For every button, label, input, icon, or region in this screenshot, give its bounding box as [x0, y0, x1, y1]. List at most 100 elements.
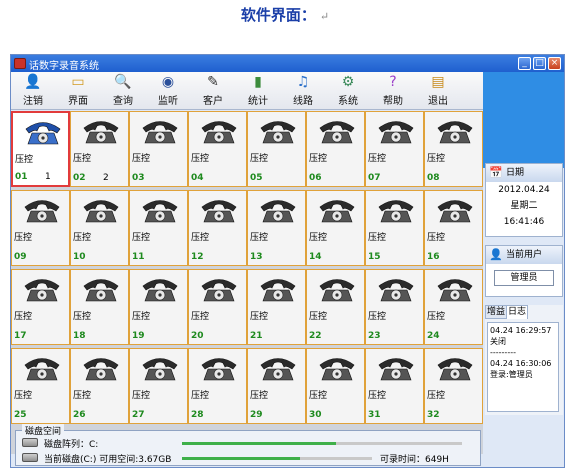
- paragraph-mark: ↵: [319, 10, 330, 23]
- telephone-icon: [81, 275, 121, 303]
- channel-number: 07: [368, 173, 381, 183]
- tab-log[interactable]: 日志: [506, 305, 528, 319]
- disk-array-row: 磁盘阵列：C:: [22, 437, 472, 450]
- channel-cell[interactable]: 压控 24: [424, 269, 483, 345]
- system-icon: ⚙: [341, 74, 355, 90]
- toolbar-button-system[interactable]: ⚙ 系统: [328, 74, 368, 108]
- channel-cell[interactable]: 压控 14: [306, 190, 365, 266]
- telephone-icon: [258, 354, 298, 382]
- telephone-icon: [317, 117, 357, 145]
- channel-cell[interactable]: 压控 09: [11, 190, 70, 266]
- channel-cell[interactable]: 压控 08: [424, 111, 483, 187]
- channel-number: 16: [427, 252, 440, 262]
- channel-number: 15: [368, 252, 381, 262]
- current-user-header: 👤 当前用户: [486, 246, 562, 264]
- channel-cell[interactable]: 压控 23: [365, 269, 424, 345]
- channel-status-label: 压控: [132, 391, 151, 401]
- channel-status-label: 压控: [250, 312, 269, 322]
- channel-number: 30: [309, 410, 322, 420]
- channel-cell[interactable]: 压控 28: [188, 348, 247, 424]
- telephone-icon: [199, 117, 239, 145]
- telephone-icon: [81, 196, 121, 224]
- channel-number: 20: [191, 331, 204, 341]
- channel-number: 22: [309, 331, 322, 341]
- channel-number: 10: [73, 252, 86, 262]
- channel-cell[interactable]: 压控 12: [188, 190, 247, 266]
- toolbar-button-label: 注销: [23, 96, 43, 107]
- channel-cell[interactable]: 压控 04: [188, 111, 247, 187]
- heading-text: 软件界面：: [240, 6, 316, 24]
- toolbar-button-line[interactable]: ♫ 线路: [283, 74, 323, 108]
- telephone-icon: [199, 354, 239, 382]
- toolbar-button-customer[interactable]: ✎ 客户: [193, 74, 233, 108]
- telephone-icon: [376, 196, 416, 224]
- channel-cell[interactable]: 压控 05: [247, 111, 306, 187]
- channel-cell[interactable]: 压控 21: [247, 269, 306, 345]
- channel-status-label: 压控: [191, 312, 210, 322]
- channel-cell[interactable]: 压控 29: [247, 348, 306, 424]
- channel-status-label: 压控: [309, 154, 328, 164]
- maximize-button[interactable]: □: [533, 57, 546, 70]
- channel-cell[interactable]: 压控 06: [306, 111, 365, 187]
- channel-cell[interactable]: 压控 27: [129, 348, 188, 424]
- toolbar-button-exit[interactable]: ▤ 退出: [418, 74, 458, 108]
- channel-cell[interactable]: 压控 31: [365, 348, 424, 424]
- channel-cell[interactable]: 压控 19: [129, 269, 188, 345]
- toolbar-button-label: 线路: [293, 96, 313, 107]
- channel-cell[interactable]: 压控 16: [424, 190, 483, 266]
- weekday-value: 星期二: [510, 201, 538, 211]
- channel-cell[interactable]: 压控 11: [129, 190, 188, 266]
- channel-cell[interactable]: 压控 32: [424, 348, 483, 424]
- minimize-button[interactable]: _: [518, 57, 531, 70]
- toolbar-button-help[interactable]: ? 帮助: [373, 74, 413, 108]
- channel-cell[interactable]: 压控 17: [11, 269, 70, 345]
- channel-number: 24: [427, 331, 440, 341]
- line-icon: ♫: [296, 74, 310, 90]
- toolbar-button-logout[interactable]: 👤 注销: [13, 74, 53, 108]
- log-entry: 04.24 16:30:06: [490, 359, 552, 368]
- channel-cell[interactable]: 压控 30: [306, 348, 365, 424]
- channel-status-label: 压控: [14, 391, 33, 401]
- channel-status-label: 压控: [368, 233, 387, 243]
- channel-cell[interactable]: 压控 03: [129, 111, 188, 187]
- telephone-icon: [258, 196, 298, 224]
- channel-status-label: 压控: [191, 391, 210, 401]
- channel-cell[interactable]: 压控 15: [365, 190, 424, 266]
- channel-cell[interactable]: 压控 13: [247, 190, 306, 266]
- channel-cell[interactable]: 压控 18: [70, 269, 129, 345]
- log-list[interactable]: 04.24 16:29:57 关闭 --------- 04.24 16:30:06 登…: [487, 322, 559, 412]
- channel-status-label: 压控: [368, 154, 387, 164]
- channel-status-label: 压控: [14, 312, 33, 322]
- channel-status-label: 压控: [309, 391, 328, 401]
- close-button[interactable]: ×: [548, 57, 561, 70]
- channel-cell[interactable]: 压控 26: [70, 348, 129, 424]
- channel-cell[interactable]: 压控 22: [306, 269, 365, 345]
- toolbar-button-listen[interactable]: ◉ 监听: [148, 74, 188, 108]
- channel-status-label: 压控: [73, 233, 92, 243]
- window-title: 话数字录音系统: [29, 61, 99, 72]
- user-icon: 👤: [489, 248, 503, 261]
- disk-current-label: 当前磁盘(C:) 可用空间:3.67GB: [44, 455, 172, 465]
- channel-cell[interactable]: 压控 25: [11, 348, 70, 424]
- date-value: 2012.04.24: [498, 185, 550, 195]
- telephone-icon: [22, 354, 62, 382]
- channel-number: 02: [73, 173, 86, 183]
- toolbar-button-search[interactable]: 🔍 查询: [103, 74, 143, 108]
- channel-number: 17: [14, 331, 27, 341]
- toolbar-button-stats[interactable]: ▮ 统计: [238, 74, 278, 108]
- toolbar-button-label: 退出: [428, 96, 448, 107]
- channel-status-label: 压控: [427, 233, 446, 243]
- channel-cell[interactable]: 压控 10: [70, 190, 129, 266]
- channel-cell[interactable]: 压控 20: [188, 269, 247, 345]
- channel-cell[interactable]: 压控 02 2: [70, 111, 129, 187]
- customer-icon: ✎: [207, 74, 219, 90]
- channel-number: 26: [73, 410, 86, 420]
- toolbar-button-layout[interactable]: ▭ 界面: [58, 74, 98, 108]
- toolbar-button-label: 监听: [158, 96, 178, 107]
- channel-cell[interactable]: 压控 01 1: [11, 111, 70, 187]
- date-panel: 📅 日期 2012.04.24 星期二 16:41:46: [485, 163, 563, 237]
- tab-gain[interactable]: 增益: [485, 305, 507, 319]
- channel-cell[interactable]: 压控 07: [365, 111, 424, 187]
- telephone-icon: [258, 117, 298, 145]
- title-bar[interactable]: 话数字录音系统 _ □ ×: [11, 55, 564, 72]
